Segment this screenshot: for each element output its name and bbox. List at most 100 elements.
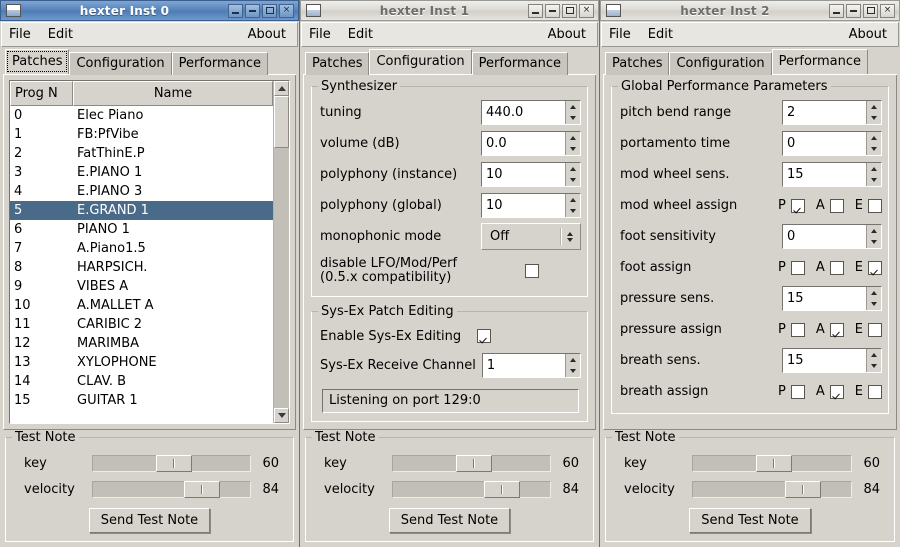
maximize-icon[interactable] (863, 3, 878, 18)
spinner-up-icon[interactable] (867, 287, 881, 299)
monophonic-mode-select[interactable]: Off (481, 223, 581, 250)
breath-assign-a-checkbox[interactable] (829, 384, 844, 399)
spinner-down-icon[interactable] (867, 236, 881, 248)
column-header-name[interactable]: Name (73, 81, 273, 106)
minimize-icon[interactable] (829, 3, 844, 18)
enable-sysex-checkbox[interactable] (477, 329, 492, 343)
menu-about[interactable]: About (548, 27, 586, 42)
sysex-channel-value[interactable]: 1 (483, 354, 565, 377)
table-row[interactable]: 9 VIBES A (10, 277, 273, 296)
spinner-up-icon[interactable] (566, 354, 580, 366)
table-row[interactable]: 14 CLAV. B (10, 372, 273, 391)
mod-wheel-assign-a-checkbox[interactable] (829, 198, 844, 213)
menu-edit[interactable]: Edit (648, 27, 673, 42)
table-row[interactable]: 7 A.Piano1.5 (10, 239, 273, 258)
titlebar-inst-1[interactable]: hexter Inst 1 × (300, 0, 599, 21)
breath-assign-p-checkbox[interactable] (790, 384, 805, 399)
titlebar-inst-2[interactable]: hexter Inst 2 × (600, 0, 900, 21)
send-test-note-button[interactable]: Send Test Note (388, 508, 511, 533)
close-icon[interactable]: × (880, 3, 895, 18)
scrollbar-track[interactable] (274, 96, 289, 408)
spinner-up-icon[interactable] (566, 101, 580, 113)
mod-wheel-sens-value[interactable]: 15 (783, 163, 866, 186)
spinner-down-icon[interactable] (867, 112, 881, 124)
foot-assign-p-checkbox[interactable] (790, 260, 805, 275)
breath-sens-value[interactable]: 15 (783, 349, 866, 372)
menu-edit[interactable]: Edit (48, 27, 73, 42)
tab-performance[interactable]: Performance (771, 49, 869, 74)
spinner-down-icon[interactable] (867, 360, 881, 372)
pressure-sens-spinner[interactable]: 15 (782, 286, 882, 311)
velocity-slider[interactable] (392, 480, 551, 498)
pitch-bend-range-value[interactable]: 2 (783, 101, 866, 124)
spinner-down-icon[interactable] (566, 365, 580, 377)
tab-configuration[interactable]: Configuration (369, 49, 472, 74)
table-row[interactable]: 6 PIANO 1 (10, 220, 273, 239)
minimize-icon[interactable] (528, 3, 543, 18)
velocity-slider-handle[interactable] (184, 480, 221, 498)
close-icon[interactable]: × (579, 3, 594, 18)
close-icon[interactable]: × (279, 3, 294, 18)
scroll-down-icon[interactable] (274, 408, 289, 423)
scroll-up-icon[interactable] (274, 81, 289, 96)
table-row[interactable]: 11 CARIBIC 2 (10, 315, 273, 334)
foot-assign-e-checkbox[interactable] (868, 260, 882, 275)
table-row[interactable]: 1 FB:PfVibe (10, 125, 273, 144)
tab-performance[interactable]: Performance (171, 52, 269, 75)
shade-icon[interactable] (545, 3, 560, 18)
foot-sensitivity-value[interactable]: 0 (783, 225, 866, 248)
key-slider[interactable] (392, 454, 551, 472)
menu-edit[interactable]: Edit (348, 27, 373, 42)
tab-patches[interactable]: Patches (5, 49, 70, 74)
spinner-up-icon[interactable] (867, 132, 881, 144)
foot-assign-a-checkbox[interactable] (829, 260, 844, 275)
pressure-assign-p-checkbox[interactable] (790, 322, 805, 337)
table-row[interactable]: 15 GUITAR 1 (10, 391, 273, 410)
mod-wheel-assign-e-checkbox[interactable] (868, 198, 882, 213)
menu-file[interactable]: File (309, 27, 331, 42)
polyphony-global-value[interactable]: 10 (482, 194, 565, 217)
polyphony-global-spinner[interactable]: 10 (481, 193, 581, 218)
spinner-up-icon[interactable] (566, 163, 580, 175)
velocity-slider-handle[interactable] (784, 480, 821, 498)
table-row[interactable]: 0 Elec Piano (10, 106, 273, 125)
breath-sens-spinner[interactable]: 15 (782, 348, 882, 373)
patch-list-scrollbar[interactable] (273, 81, 289, 423)
spinner-down-icon[interactable] (867, 143, 881, 155)
table-row-selected[interactable]: 5 E.GRAND 1 (10, 201, 273, 220)
breath-assign-e-checkbox[interactable] (868, 384, 882, 399)
spinner-down-icon[interactable] (867, 298, 881, 310)
key-slider-handle[interactable] (455, 454, 492, 472)
shade-icon[interactable] (846, 3, 861, 18)
spinner-down-icon[interactable] (566, 205, 580, 217)
key-slider-handle[interactable] (155, 454, 192, 472)
volume-spinner[interactable]: 0.0 (481, 131, 581, 156)
scrollbar-thumb[interactable] (274, 96, 289, 148)
spinner-down-icon[interactable] (566, 143, 580, 155)
polyphony-instance-spinner[interactable]: 10 (481, 162, 581, 187)
spinner-up-icon[interactable] (867, 349, 881, 361)
key-slider[interactable] (92, 454, 251, 472)
table-row[interactable]: 8 HARPSICH. (10, 258, 273, 277)
maximize-icon[interactable] (262, 3, 277, 18)
table-row[interactable]: 12 MARIMBA (10, 334, 273, 353)
send-test-note-button[interactable]: Send Test Note (88, 508, 211, 533)
table-row[interactable]: 13 XYLOPHONE (10, 353, 273, 372)
menu-about[interactable]: About (849, 27, 887, 42)
table-row[interactable]: 3 E.PIANO 1 (10, 163, 273, 182)
spinner-up-icon[interactable] (566, 132, 580, 144)
column-header-prog-no[interactable]: Prog N (10, 81, 73, 106)
minimize-icon[interactable] (228, 3, 243, 18)
maximize-icon[interactable] (562, 3, 577, 18)
velocity-slider[interactable] (92, 480, 251, 498)
tuning-value[interactable]: 440.0 (482, 101, 565, 124)
sysex-channel-spinner[interactable]: 1 (481, 353, 581, 378)
shade-icon[interactable] (245, 3, 260, 18)
foot-sensitivity-spinner[interactable]: 0 (782, 224, 882, 249)
spinner-up-icon[interactable] (867, 163, 881, 175)
spinner-up-icon[interactable] (566, 194, 580, 206)
volume-value[interactable]: 0.0 (482, 132, 565, 155)
send-test-note-button[interactable]: Send Test Note (689, 508, 811, 533)
spinner-down-icon[interactable] (566, 112, 580, 124)
polyphony-instance-value[interactable]: 10 (482, 163, 565, 186)
